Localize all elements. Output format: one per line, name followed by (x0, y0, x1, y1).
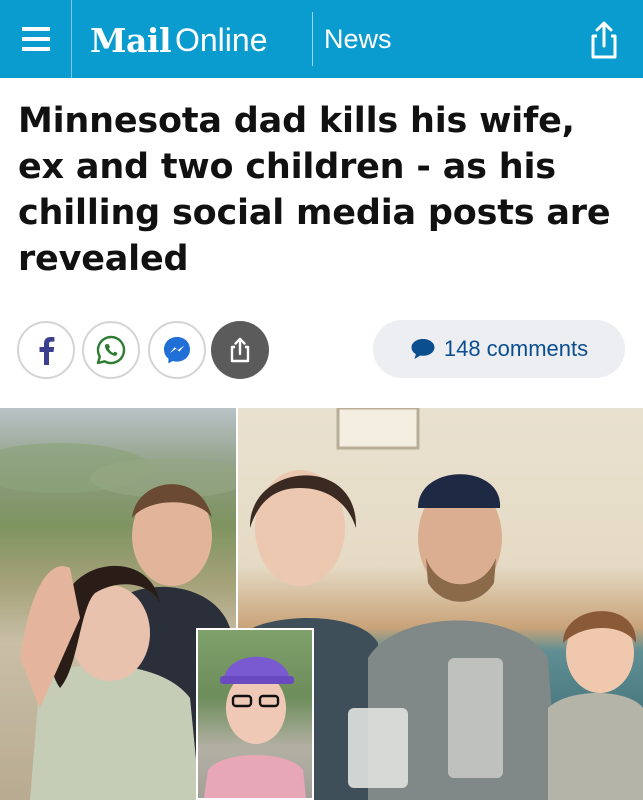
whatsapp-icon (96, 335, 126, 365)
header-bar: Mail Online News (0, 0, 643, 78)
messenger-icon (164, 337, 190, 364)
share-icon (230, 337, 250, 363)
site-logo[interactable]: Mail Online (90, 18, 267, 62)
messenger-share-button[interactable] (148, 321, 206, 379)
facebook-icon (39, 337, 55, 365)
photo-inset-illustration (204, 656, 306, 798)
comments-button[interactable]: 148 comments (373, 320, 625, 378)
article-photo-inset-woman[interactable] (196, 628, 314, 800)
hamburger-menu-icon (21, 27, 50, 51)
section-link-news[interactable]: News (324, 24, 392, 55)
header-divider (312, 12, 313, 66)
facebook-share-button[interactable] (17, 321, 75, 379)
article-headline: Minnesota dad kills his wife, ex and two… (18, 101, 611, 279)
logo-mail: Mail (90, 20, 171, 60)
whatsapp-share-button[interactable] (82, 321, 140, 379)
logo-online: Online (174, 21, 268, 58)
speech-bubble-icon (411, 339, 435, 359)
comments-count: 148 comments (443, 336, 589, 361)
header-share-button[interactable] (582, 18, 626, 62)
more-share-button[interactable] (211, 321, 269, 379)
share-icon (591, 21, 617, 59)
menu-button[interactable] (0, 0, 72, 78)
